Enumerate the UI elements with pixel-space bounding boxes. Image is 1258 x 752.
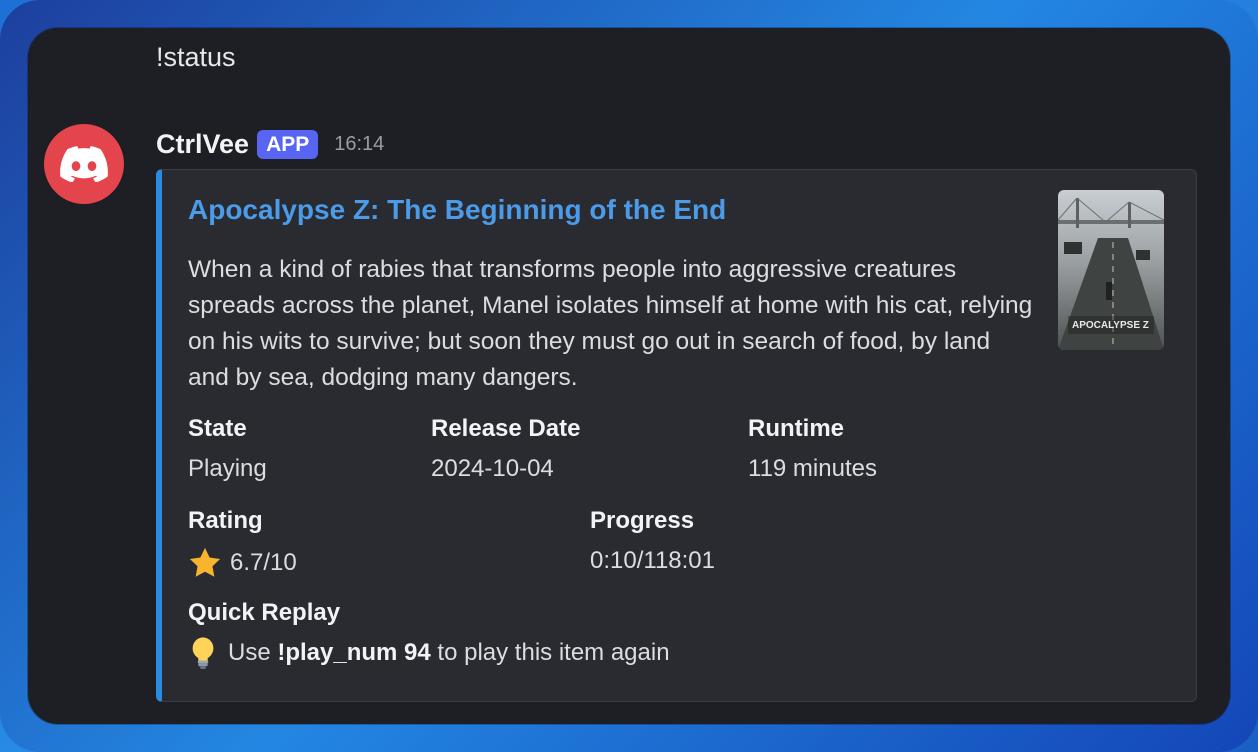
message-header: CtrlVee APP 16:14 (156, 126, 384, 162)
field-release-date-name: Release Date (431, 415, 581, 442)
bot-username[interactable]: CtrlVee (156, 129, 249, 160)
field-release-date-value: 2024-10-04 (431, 455, 554, 482)
field-release-date: Release Date 2024-10-04 (431, 414, 580, 484)
embed-thumbnail[interactable]: APOCALYPSE Z (1058, 190, 1164, 350)
field-quick-replay-row: Use !play_num 94 to play this item again (188, 636, 670, 670)
app-frame: !status CtrlVee APP 16:14 Apocalypse Z: … (0, 0, 1258, 752)
lightbulb-icon (192, 637, 214, 670)
field-runtime-name: Runtime (748, 415, 844, 442)
field-rating: Rating 6.7/10 (188, 506, 297, 580)
field-runtime-value: 119 minutes (748, 455, 877, 482)
command-message: !status (156, 42, 236, 72)
field-state-value: Playing (188, 455, 267, 482)
embed-title[interactable]: Apocalypse Z: The Beginning of the End (188, 194, 726, 226)
app-badge: APP (257, 129, 319, 159)
chat-window: !status CtrlVee APP 16:14 Apocalypse Z: … (28, 28, 1230, 724)
field-quick-replay: Quick Replay Use !play_num 94 to play th… (188, 598, 670, 670)
poster-title-art: APOCALYPSE Z (1072, 320, 1149, 331)
field-rating-value: 6.7/10 (230, 549, 297, 576)
field-state: State Playing (188, 414, 267, 484)
bot-avatar[interactable] (44, 124, 124, 204)
star-icon (189, 547, 221, 577)
embed-description: When a kind of rabies that transforms pe… (188, 256, 1033, 391)
field-progress: Progress 0:10/118:01 (590, 506, 715, 576)
discord-logo-icon (60, 146, 108, 182)
field-runtime: Runtime 119 minutes (748, 414, 877, 484)
quick-replay-suffix: to play this item again (437, 639, 670, 666)
field-state-name: State (188, 415, 247, 442)
field-rating-row: 6.7/10 (188, 546, 297, 580)
status-embed: Apocalypse Z: The Beginning of the End W… (156, 169, 1197, 702)
movie-poster-image: APOCALYPSE Z (1058, 190, 1164, 350)
field-progress-value: 0:10/118:01 (590, 547, 716, 574)
message-timestamp[interactable]: 16:14 (334, 133, 384, 156)
field-progress-name: Progress (590, 507, 695, 534)
field-rating-name: Rating (188, 507, 263, 534)
quick-replay-prefix: Use (228, 639, 271, 666)
quick-replay-command: !play_num 94 (277, 639, 431, 666)
field-quick-replay-name: Quick Replay (188, 599, 341, 626)
